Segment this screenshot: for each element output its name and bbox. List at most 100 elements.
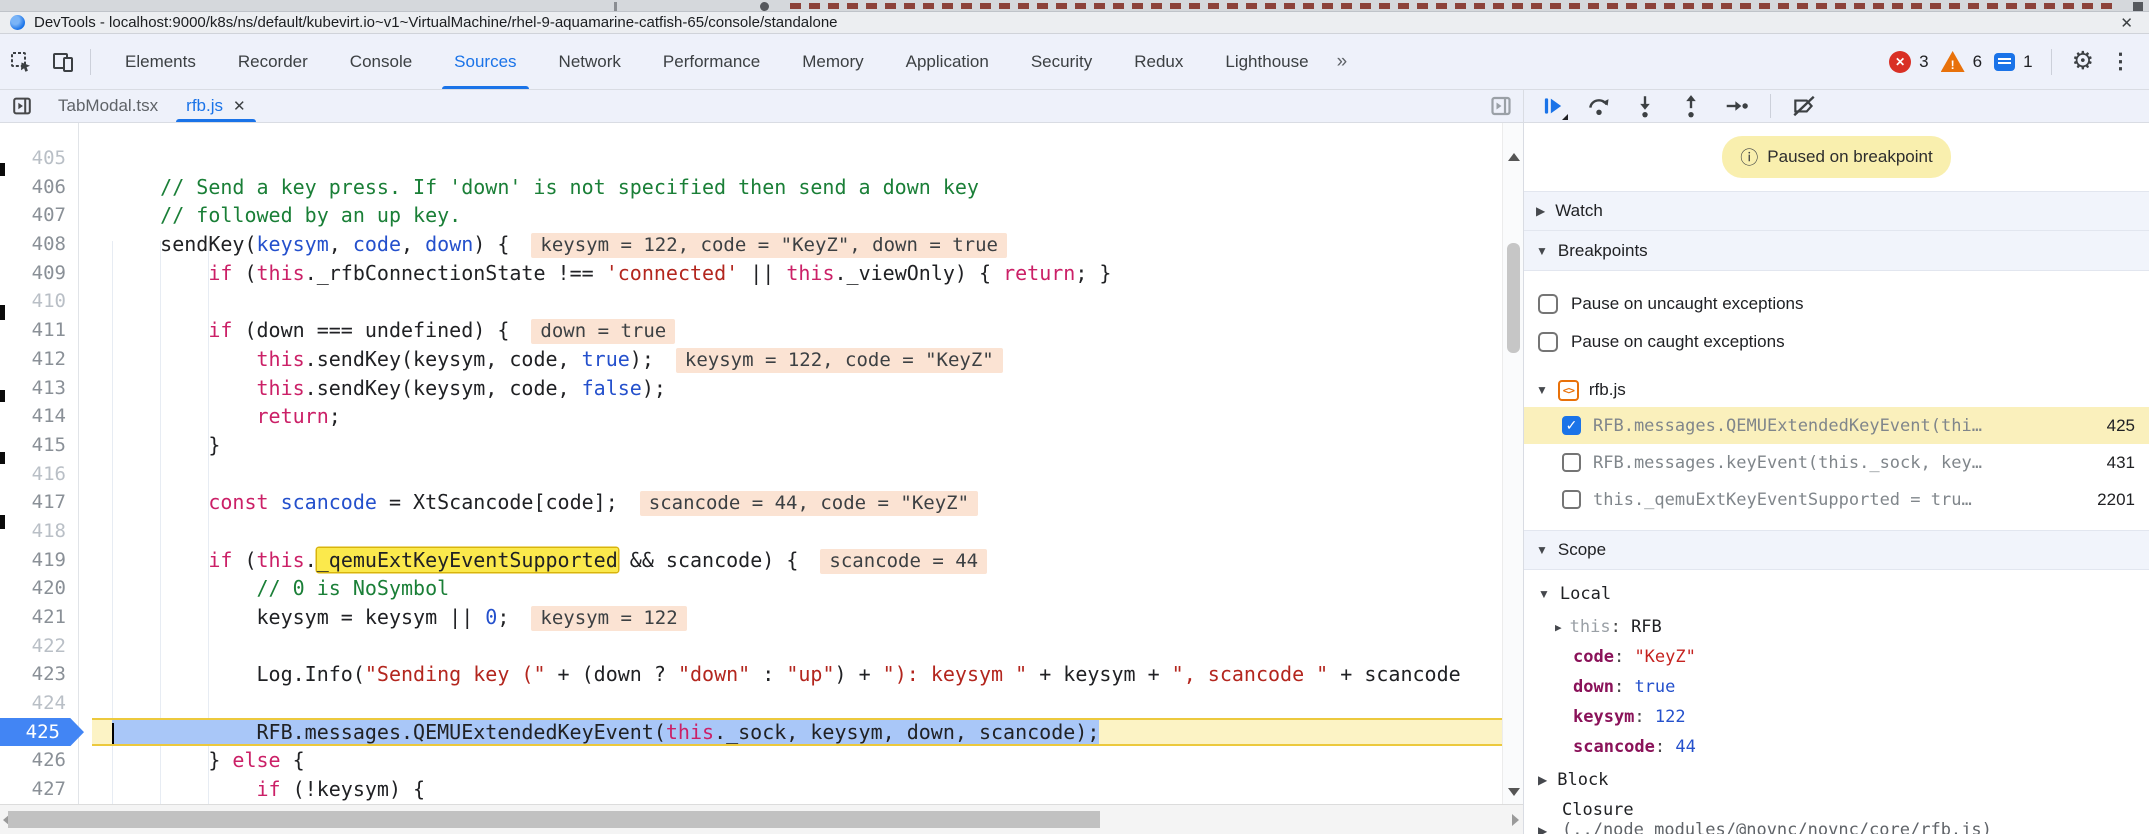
- line-number[interactable]: 417: [0, 488, 92, 517]
- code-line[interactable]: RFB.messages.QEMUExtendedKeyEvent(this._…: [92, 717, 1502, 747]
- scope-group-local[interactable]: ▼ Local: [1524, 576, 2149, 612]
- checkbox[interactable]: [1538, 332, 1558, 352]
- panel-tab-sources[interactable]: Sources: [436, 34, 534, 89]
- panel-tab-elements[interactable]: Elements: [107, 34, 214, 89]
- pause-checkbox-row[interactable]: Pause on uncaught exceptions: [1524, 285, 2149, 323]
- error-icon[interactable]: ✕: [1889, 50, 1912, 73]
- error-count[interactable]: 3: [1919, 52, 1928, 72]
- editor-vertical-scrollbar[interactable]: [1502, 123, 1523, 804]
- code-line[interactable]: Log.Info("Sending key (" + (down ? "down…: [112, 660, 1502, 689]
- window-close-button[interactable]: ✕: [2114, 14, 2139, 32]
- code-line[interactable]: if (this._rfbConnectionState !== 'connec…: [112, 259, 1502, 288]
- watch-section-header[interactable]: ▶ Watch: [1524, 191, 2149, 231]
- show-navigator-icon[interactable]: [0, 90, 44, 122]
- breakpoint-checkbox[interactable]: [1562, 490, 1581, 509]
- code-line[interactable]: [112, 460, 1502, 489]
- panel-tab-memory[interactable]: Memory: [784, 34, 881, 89]
- scrollbar-thumb[interactable]: [1507, 243, 1520, 353]
- breakpoint-checkbox[interactable]: [1562, 453, 1581, 472]
- code-editor[interactable]: 405 406 407 408 409 410 411 412 413 414 415 416 417 4…: [0, 123, 1523, 804]
- message-icon[interactable]: [1994, 52, 2016, 71]
- code-line[interactable]: if (!keysym) {: [112, 775, 1502, 804]
- line-number[interactable]: 405: [0, 144, 92, 173]
- warning-count[interactable]: 6: [1973, 52, 1982, 72]
- code-line[interactable]: return;: [112, 402, 1502, 431]
- panel-tab-redux[interactable]: Redux: [1116, 34, 1201, 89]
- resume-script-button[interactable]: [1540, 93, 1568, 120]
- more-tabs-button[interactable]: »: [1327, 34, 1358, 89]
- code-line[interactable]: [112, 689, 1502, 718]
- breakpoints-section-header[interactable]: ▼ Breakpoints: [1524, 231, 2149, 271]
- panel-tab-console[interactable]: Console: [332, 34, 430, 89]
- code-line[interactable]: sendKey(keysym, code, down) {keysym = 12…: [112, 230, 1502, 259]
- code-line[interactable]: if (down === undefined) {down = true: [112, 316, 1502, 345]
- code-line[interactable]: // followed by an up key.: [112, 201, 1502, 230]
- code-line[interactable]: const scancode = XtScancode[code]; scanco…: [112, 488, 1502, 517]
- breakpoint-file-group[interactable]: ▼ <> rfb.js: [1524, 373, 2149, 407]
- line-number[interactable]: 427: [0, 775, 92, 804]
- code-line[interactable]: } else {: [112, 746, 1502, 775]
- line-number[interactable]: 415: [0, 431, 92, 460]
- checkbox[interactable]: [1538, 294, 1558, 314]
- code-line[interactable]: this.sendKey(keysym, code, true); keysym …: [112, 345, 1502, 374]
- warning-icon[interactable]: !: [1940, 51, 1965, 72]
- code-line[interactable]: // 0 is NoSymbol: [112, 574, 1502, 603]
- deactivate-breakpoints-button[interactable]: [1791, 93, 1817, 119]
- panel-tab-network[interactable]: Network: [541, 34, 639, 89]
- settings-gear-icon[interactable]: ⚙: [2066, 49, 2100, 74]
- line-number[interactable]: 420: [0, 574, 92, 603]
- line-number[interactable]: 423: [0, 660, 92, 689]
- file-tab-TabModal.tsx[interactable]: TabModal.tsx: [44, 90, 172, 122]
- code-line[interactable]: // Send a key press. If 'down' is not sp…: [112, 173, 1502, 202]
- panel-tab-lighthouse[interactable]: Lighthouse: [1207, 34, 1326, 89]
- scroll-up-arrow[interactable]: [1508, 153, 1520, 161]
- execution-line-number[interactable]: 425: [0, 717, 84, 747]
- scope-section-header[interactable]: ▼ Scope: [1524, 530, 2149, 570]
- close-tab-icon[interactable]: ✕: [233, 97, 246, 115]
- code-line[interactable]: [112, 632, 1502, 661]
- line-number[interactable]: 424: [0, 689, 92, 718]
- line-number[interactable]: 422: [0, 632, 92, 661]
- line-number[interactable]: 413: [0, 374, 92, 403]
- device-toolbar-icon[interactable]: [42, 34, 84, 89]
- panel-tab-recorder[interactable]: Recorder: [220, 34, 326, 89]
- line-number[interactable]: 418: [0, 517, 92, 546]
- code-line[interactable]: }: [112, 431, 1502, 460]
- code-line[interactable]: [112, 517, 1502, 546]
- scrollbar-thumb[interactable]: [8, 811, 1100, 828]
- scope-group-closure[interactable]: ▶ Closure (../node_modules/@novnc/novnc/co…: [1524, 798, 2149, 834]
- scroll-right-arrow[interactable]: [1512, 814, 1519, 826]
- scope-group-block[interactable]: ▶ Block: [1524, 762, 2149, 798]
- line-number[interactable]: 426: [0, 746, 92, 775]
- code-line[interactable]: [112, 144, 1502, 173]
- line-number[interactable]: 410: [0, 287, 92, 316]
- scroll-down-arrow[interactable]: [1508, 788, 1520, 796]
- panel-tab-performance[interactable]: Performance: [645, 34, 778, 89]
- line-number[interactable]: 421: [0, 603, 92, 632]
- line-number[interactable]: 406: [0, 173, 92, 202]
- line-number[interactable]: 419: [0, 546, 92, 575]
- code-line[interactable]: if (this._qemuExtKeyEventSupported && sc…: [112, 546, 1502, 575]
- collapse-right-panel-icon[interactable]: [1479, 90, 1523, 122]
- line-number[interactable]: 414: [0, 402, 92, 431]
- code-line[interactable]: this.sendKey(keysym, code, false);: [112, 374, 1502, 403]
- step-out-button[interactable]: [1678, 93, 1704, 119]
- kebab-menu-icon[interactable]: ⋮: [2108, 49, 2139, 74]
- step-into-button[interactable]: [1632, 93, 1658, 119]
- pause-checkbox-row[interactable]: Pause on caught exceptions: [1524, 323, 2149, 361]
- line-number[interactable]: 416: [0, 460, 92, 489]
- breakpoint-item[interactable]: ✓ RFB.messages.QEMUExtendedKeyEvent(thi… 4…: [1524, 407, 2149, 444]
- step-over-button[interactable]: [1586, 93, 1612, 119]
- step-button[interactable]: [1724, 93, 1750, 119]
- inspect-element-icon[interactable]: [0, 34, 42, 89]
- scope-var-this[interactable]: ▶ this: RFB: [1524, 612, 2149, 642]
- line-number[interactable]: 411: [0, 316, 92, 345]
- line-number[interactable]: 412: [0, 345, 92, 374]
- editor-horizontal-scrollbar[interactable]: [0, 804, 1523, 834]
- code-line[interactable]: keysym = keysym || 0; keysym = 122: [112, 603, 1502, 632]
- file-tab-rfb.js[interactable]: rfb.js ✕: [172, 90, 259, 122]
- breakpoint-checkbox[interactable]: ✓: [1562, 416, 1581, 435]
- breakpoint-item[interactable]: this._qemuExtKeyEventSupported = tru… 220…: [1524, 481, 2149, 518]
- line-number[interactable]: 408: [0, 230, 92, 259]
- code-line[interactable]: [112, 287, 1502, 316]
